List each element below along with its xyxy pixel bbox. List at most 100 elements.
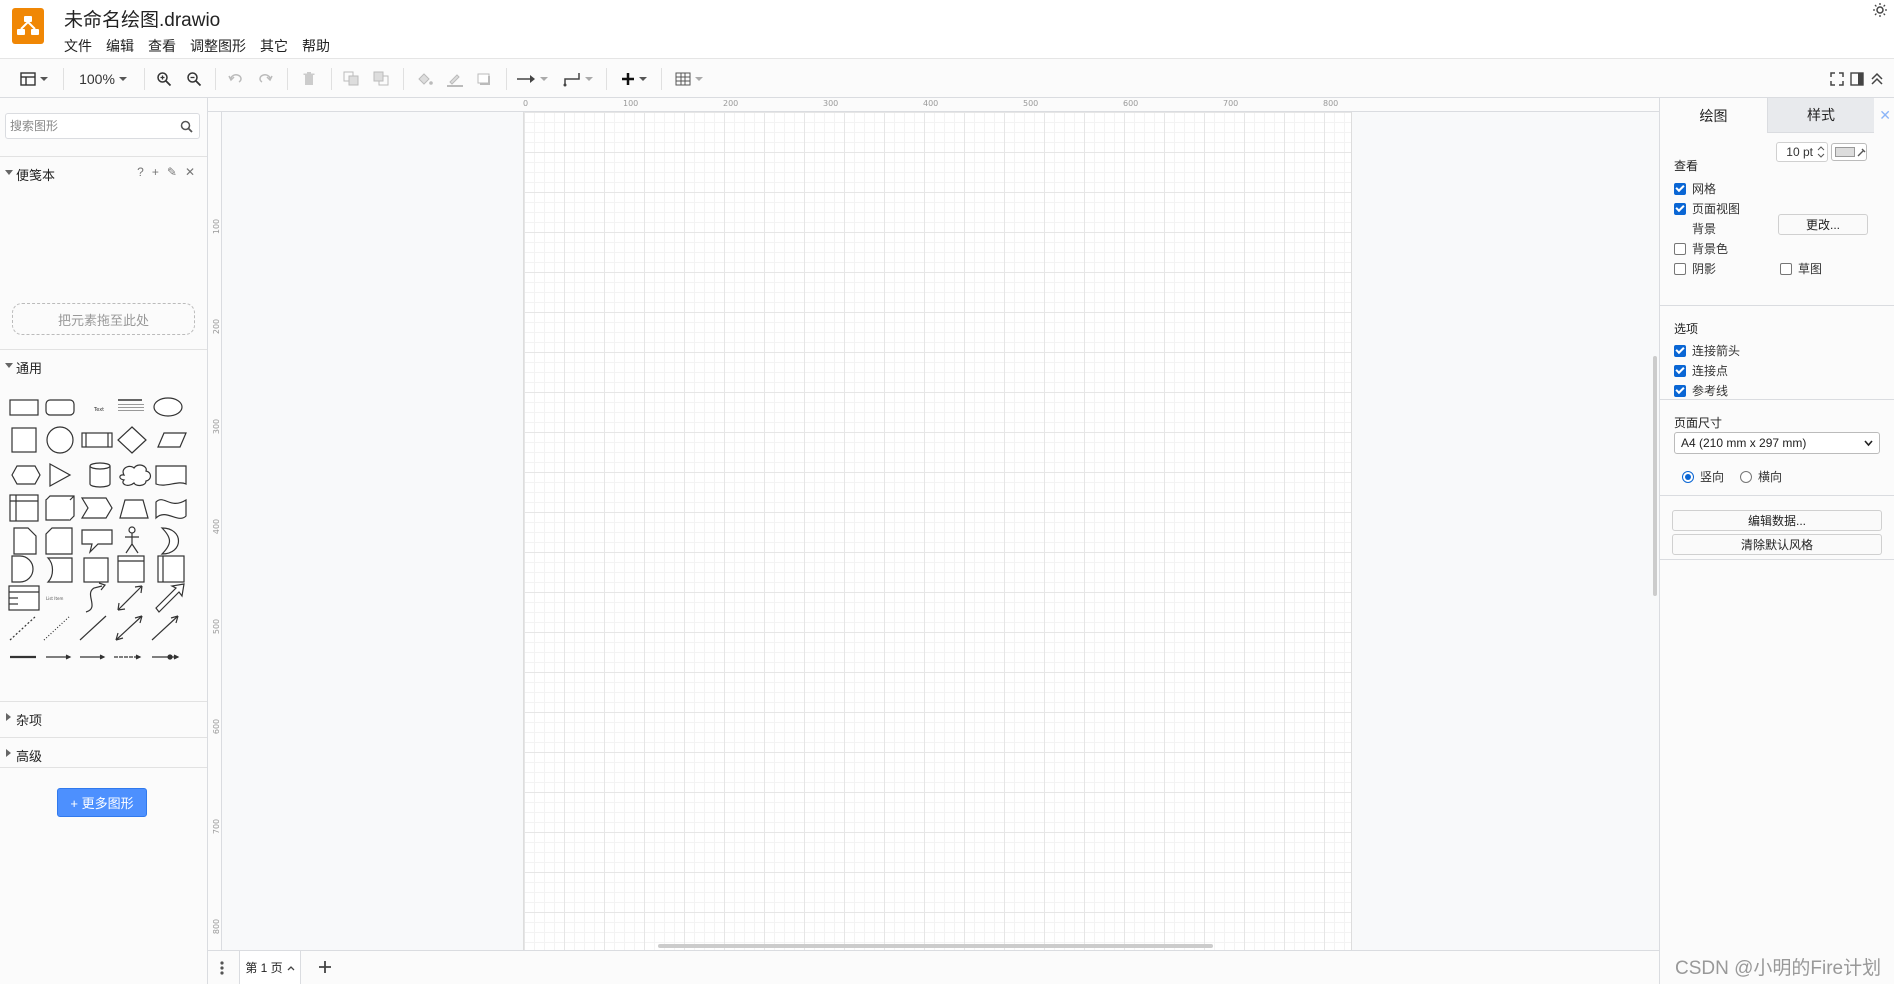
ruler-label: 700: [212, 818, 222, 835]
zoom-out-button[interactable]: [183, 67, 205, 91]
waypoints-button[interactable]: [561, 67, 595, 91]
page-size-select[interactable]: A4 (210 mm x 297 mm): [1674, 432, 1880, 454]
close-icon[interactable]: ✕: [1879, 107, 1891, 124]
zoom-in-button[interactable]: [153, 67, 175, 91]
edit-icon[interactable]: ✎: [167, 165, 177, 179]
background-label: 背景: [1692, 222, 1717, 236]
scratchpad-label: 便笺本: [16, 168, 56, 183]
change-background-button[interactable]: 更改...: [1778, 214, 1868, 235]
drawing-page-grid[interactable]: [523, 112, 1352, 952]
portrait-radio-row[interactable]: 竖向: [1682, 468, 1724, 485]
scratchpad-dropzone[interactable]: 把元素拖至此处: [12, 303, 195, 335]
edit-data-button[interactable]: 编辑数据...: [1672, 510, 1882, 531]
vertical-dots-icon[interactable]: [220, 961, 224, 975]
undo-button[interactable]: [223, 67, 247, 91]
diagram-logo-icon: [17, 16, 39, 35]
plus-icon: [622, 73, 634, 85]
landscape-radio[interactable]: [1740, 470, 1752, 483]
ruler-label: 400: [923, 99, 939, 108]
tab-style[interactable]: 样式: [1767, 98, 1874, 133]
connection-arrows-row[interactable]: 连接箭头: [1674, 342, 1740, 359]
options-section-title: 选项: [1674, 322, 1699, 336]
guides-checkbox[interactable]: [1674, 384, 1686, 397]
grid-size-input[interactable]: 10 pt: [1776, 142, 1828, 162]
actions-section: 编辑数据... 清除默认风格: [1660, 496, 1894, 560]
connection-style-button[interactable]: [515, 67, 549, 91]
page-view-checkbox-row[interactable]: 页面视图: [1674, 200, 1740, 217]
horizontal-scrollbar[interactable]: [658, 944, 1213, 948]
to-front-icon: [343, 71, 359, 86]
menu-help[interactable]: 帮助: [295, 35, 337, 57]
add-icon[interactable]: +: [152, 165, 159, 179]
menu-edit[interactable]: 编辑: [99, 35, 141, 57]
shadow-checkbox[interactable]: [1674, 262, 1686, 275]
connection-points-checkbox[interactable]: [1674, 364, 1686, 377]
menu-arrange[interactable]: 调整图形: [183, 35, 253, 57]
shadow-checkbox-row[interactable]: 阴影: [1674, 260, 1716, 277]
fill-color-button[interactable]: [413, 67, 437, 91]
page-tab-1[interactable]: 第 1 页: [239, 951, 301, 984]
grid-checkbox-row[interactable]: 网格: [1674, 180, 1716, 197]
fullscreen-icon: [1830, 72, 1844, 86]
table-button[interactable]: [672, 67, 706, 91]
menu-extras[interactable]: 其它: [253, 35, 295, 57]
tab-diagram[interactable]: 绘图: [1660, 98, 1767, 133]
chevron-up-icon[interactable]: [287, 965, 295, 971]
search-icon[interactable]: [180, 120, 193, 133]
add-page-icon[interactable]: [315, 957, 335, 977]
rounded-rectangle-shape[interactable]: [42, 398, 76, 428]
sketch-checkbox[interactable]: [1780, 262, 1792, 275]
textbox-shape[interactable]: [114, 398, 148, 428]
help-icon[interactable]: ?: [137, 165, 144, 179]
sketch-checkbox-row[interactable]: 草图: [1780, 260, 1822, 277]
menu-bar: 文件 编辑 查看 调整图形 其它 帮助: [64, 35, 337, 57]
landscape-radio-row[interactable]: 横向: [1740, 468, 1782, 485]
zoom-out-icon: [187, 72, 202, 87]
page-view-checkbox[interactable]: [1674, 202, 1686, 215]
background-color-checkbox[interactable]: [1674, 242, 1686, 255]
ruler-label: 300: [212, 418, 222, 435]
rectangle-shape[interactable]: [6, 398, 40, 428]
sun-theme-icon[interactable]: [1872, 2, 1888, 18]
insert-button[interactable]: [617, 67, 651, 91]
delete-button[interactable]: [297, 67, 321, 91]
ellipse-shape[interactable]: [150, 398, 184, 428]
misc-section-header[interactable]: 杂项: [0, 701, 207, 731]
grid-color-button[interactable]: [1831, 143, 1867, 161]
misc-section-label: 杂项: [16, 713, 43, 728]
scratchpad-header[interactable]: 便笺本 ? + ✎ ✕: [0, 156, 207, 186]
close-icon[interactable]: ✕: [185, 165, 195, 179]
background-color-checkbox-row[interactable]: 背景色: [1674, 240, 1728, 257]
line-color-button[interactable]: [443, 67, 467, 91]
connection-points-row[interactable]: 连接点: [1674, 362, 1728, 379]
shadow-button[interactable]: [473, 67, 497, 91]
shape-search-input[interactable]: [10, 117, 170, 135]
vertical-scrollbar[interactable]: [1653, 356, 1657, 596]
page-view-label: 页面视图: [1692, 202, 1741, 216]
text-shape[interactable]: [78, 398, 112, 428]
grid-checkbox[interactable]: [1674, 182, 1686, 195]
format-panel-toggle[interactable]: [1848, 67, 1866, 91]
more-shapes-button[interactable]: + 更多图形: [57, 788, 147, 817]
clear-default-style-button[interactable]: 清除默认风格: [1672, 534, 1882, 555]
fullscreen-button[interactable]: [1828, 67, 1846, 91]
portrait-radio[interactable]: [1682, 470, 1694, 483]
ruler-label: 100: [623, 99, 639, 108]
document-title[interactable]: 未命名绘图.drawio: [64, 5, 220, 32]
view-panels-button[interactable]: [16, 67, 52, 91]
redo-button[interactable]: [254, 67, 278, 91]
connection-arrows-checkbox[interactable]: [1674, 344, 1686, 357]
to-front-button[interactable]: [340, 67, 364, 91]
advanced-section-header[interactable]: 高级: [0, 737, 207, 767]
diagram-canvas[interactable]: 0 100 200 300 400 500 600 700 800 100 20…: [208, 98, 1659, 952]
menu-view[interactable]: 查看: [141, 35, 183, 57]
general-section-header[interactable]: 通用: [0, 349, 207, 379]
menu-file[interactable]: 文件: [64, 35, 99, 57]
collapsed-triangle-icon: [6, 749, 11, 757]
spinner-arrows-icon[interactable]: [1817, 145, 1825, 159]
guides-row[interactable]: 参考线: [1674, 382, 1728, 399]
zoom-dropdown[interactable]: 100%: [74, 67, 132, 91]
to-back-button[interactable]: [370, 67, 394, 91]
table-icon: [675, 72, 691, 86]
collapse-toolbar-button[interactable]: [1868, 67, 1886, 91]
